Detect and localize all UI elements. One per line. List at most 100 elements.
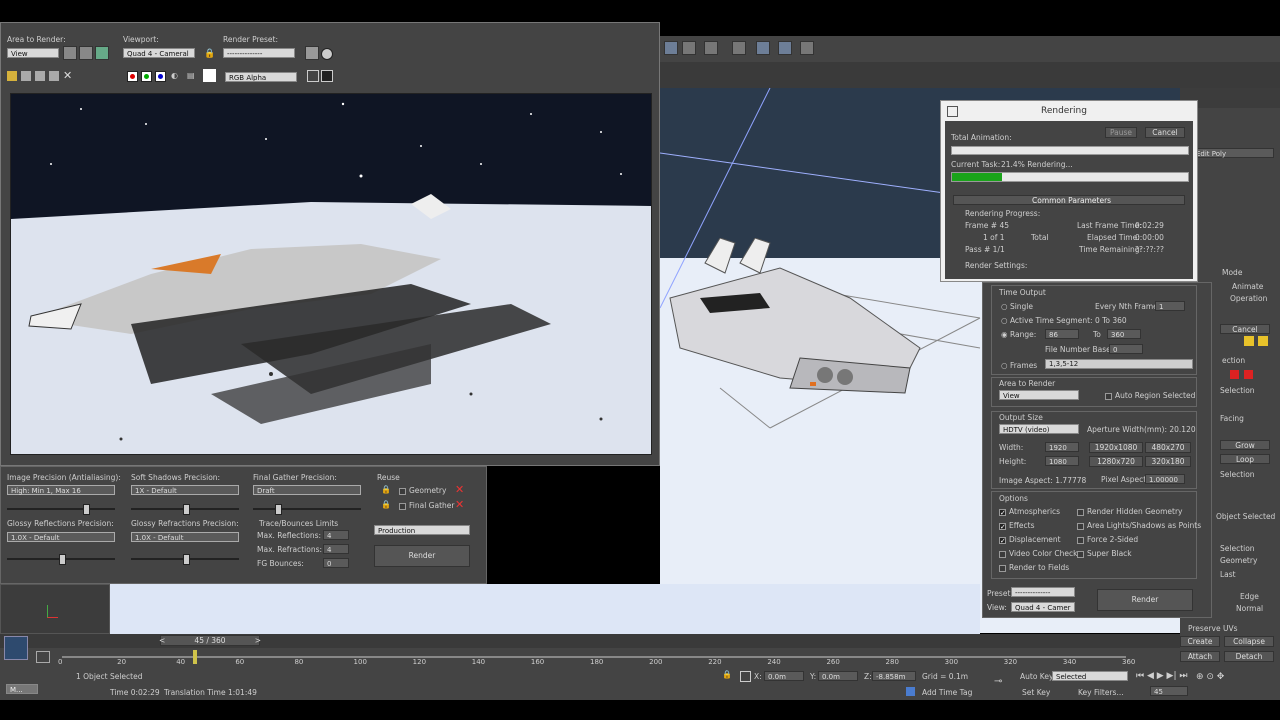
swatch-icon[interactable] [203,69,216,82]
cp-item-animate[interactable]: Animate [1232,282,1263,291]
toggle-ui-icon[interactable] [321,70,333,82]
add-time-tag-button[interactable]: Add Time Tag [922,688,972,697]
playback-controls[interactable]: ⏮ ◀ ▶ ▶| ⏭ [1136,671,1187,681]
reuse-geometry-clear-icon[interactable]: ✕ [455,483,464,496]
mini-curve-editor-icon[interactable] [4,636,28,660]
cp-cancel-button[interactable]: Cancel [1220,324,1270,334]
maxscript-listener[interactable]: M... [6,684,38,694]
red-channel-icon[interactable] [127,71,138,82]
rs-area-select[interactable]: View [999,390,1079,400]
reuse-geometry-lock-icon[interactable]: 🔒 [381,485,391,494]
checkbox-icon[interactable] [999,536,1006,544]
height-field[interactable]: 1080 [1045,456,1079,466]
cp-loop-button[interactable]: Loop [1220,454,1270,464]
time-tag-icon[interactable] [906,687,915,696]
auto-key-select[interactable]: Selected [1052,671,1128,681]
mr-render-button[interactable]: Render [374,545,470,567]
common-parameters-rollout[interactable]: Common Parameters [953,195,1185,205]
preset-1920x1080-button[interactable]: 1920x1080 [1089,442,1143,453]
clear-icon[interactable]: ✕ [63,69,72,82]
cp-attach-button[interactable]: Attach [1180,651,1220,662]
x-field[interactable]: 0.0m [764,671,804,681]
option-atmospherics-checkbox[interactable]: Atmospherics [999,507,1060,516]
edit-region-icon[interactable] [63,46,77,60]
auto-region-checkbox[interactable]: Auto Region Selected [1105,391,1195,400]
z-field[interactable]: -8.858m [872,671,916,681]
option-displacement-checkbox[interactable]: Displacement [999,535,1061,544]
blue-channel-icon[interactable] [155,71,166,82]
cancel-button[interactable]: Cancel [1145,127,1185,138]
final-gather-field[interactable]: Draft [253,485,361,495]
render-setup-icon[interactable] [305,46,319,60]
option-render-to-fields-checkbox[interactable]: Render to Fields [999,563,1069,572]
option-super-black-checkbox[interactable]: Super Black [1077,549,1132,558]
area-to-render-select[interactable]: View [7,48,59,58]
set-key-button[interactable]: Set Key [1022,688,1050,697]
current-frame-field[interactable]: 45 [1150,686,1188,696]
max-refractions-field[interactable]: 4 [323,544,349,554]
monochrome-icon[interactable]: ▤ [187,71,195,80]
reuse-fg-clear-icon[interactable]: ✕ [455,498,464,511]
reuse-fg-checkbox[interactable]: Final Gather [399,501,454,510]
glossy-refractions-field[interactable]: 1.0X - Default [131,532,239,542]
checkbox-icon[interactable] [1077,550,1084,558]
output-size-select[interactable]: HDTV (video) [999,424,1079,434]
selection-lock-icon[interactable]: 🔒 [722,670,732,679]
viewport-nav-icons[interactable]: ⊕ ⊙ ✥ [1196,672,1224,682]
option-force-2-sided-checkbox[interactable]: Force 2-Sided [1077,535,1138,544]
fg-bounces-field[interactable]: 0 [323,558,349,568]
image-precision-field[interactable]: High: Min 1, Max 16 [7,485,115,495]
range-from-field[interactable]: 86 [1045,329,1079,339]
green-channel-icon[interactable] [141,71,152,82]
crop-icon[interactable] [95,46,109,60]
cp-collapse-button[interactable]: Collapse [1224,636,1274,647]
checkbox-icon[interactable] [999,522,1006,530]
clone-window-icon[interactable] [35,71,45,81]
file-number-base-field[interactable]: 0 [1109,344,1143,354]
soft-shadows-field[interactable]: 1X - Default [131,485,239,495]
final-gather-knob[interactable] [275,504,282,515]
time-slider-next-icon[interactable]: > [255,636,261,646]
cp-create-button[interactable]: Create [1180,636,1220,647]
reuse-geometry-checkbox[interactable]: Geometry [399,486,446,495]
scale-icon[interactable] [778,41,792,55]
toggle-ui-overlay-icon[interactable] [307,70,319,82]
display-channel-select[interactable]: RGB Alpha [225,72,297,82]
option-area-lights-shadows-as-points-checkbox[interactable]: Area Lights/Shadows as Points [1077,521,1201,530]
production-select[interactable]: Production [374,525,470,535]
pixel-aspect-field[interactable]: 1.00000 [1145,474,1185,484]
track-bar-menu-icon[interactable] [36,651,50,663]
every-nth-field[interactable]: 1 [1155,301,1185,311]
viewport-select[interactable]: Quad 4 - Cameral [123,48,195,58]
key-filters-button[interactable]: Key Filters... [1078,688,1124,697]
print-icon[interactable] [49,71,59,81]
select-object-icon[interactable] [664,41,678,55]
preset-320x180-button[interactable]: 320x180 [1145,456,1191,467]
key-mode-icon[interactable]: ⊸ [994,676,1002,687]
soft-shadows-knob[interactable] [183,504,190,515]
modifier-stack-item[interactable]: Edit Poly [1192,148,1274,158]
track-bar[interactable]: 0 20 40 60 80 100 120 140 160 180 200 220 240 260 280 3… [0,636,1180,668]
preset-480x270-button[interactable]: 480x270 [1145,442,1191,453]
checkbox-icon[interactable] [1077,508,1084,516]
checkbox-icon[interactable] [999,550,1006,558]
cp-red-icon-2[interactable] [1244,370,1253,379]
checkbox-icon[interactable] [999,564,1006,572]
rotate-icon[interactable] [756,41,770,55]
glossy-reflections-field[interactable]: 1.0X - Default [7,532,115,542]
cp-grow-button[interactable]: Grow [1220,440,1270,450]
time-slider[interactable]: < 45 / 360 > [159,635,261,646]
final-gather-slider[interactable] [253,508,361,510]
width-field[interactable]: 1920 [1045,442,1079,452]
move-icon[interactable] [732,41,746,55]
checkbox-icon[interactable] [1077,522,1084,530]
option-effects-checkbox[interactable]: Effects [999,521,1035,530]
absolute-mode-icon[interactable] [740,671,751,682]
lock-icon[interactable]: 🔒 [204,49,215,59]
frames-field[interactable]: 1,3,5-12 [1045,359,1193,369]
glossy-reflections-knob[interactable] [59,554,66,565]
rs-view-select[interactable]: Quad 4 - Camer [1011,602,1075,612]
render-preset-select[interactable]: -------------- [223,48,295,58]
rs-render-button[interactable]: Render [1097,589,1193,611]
max-reflections-field[interactable]: 4 [323,530,349,540]
